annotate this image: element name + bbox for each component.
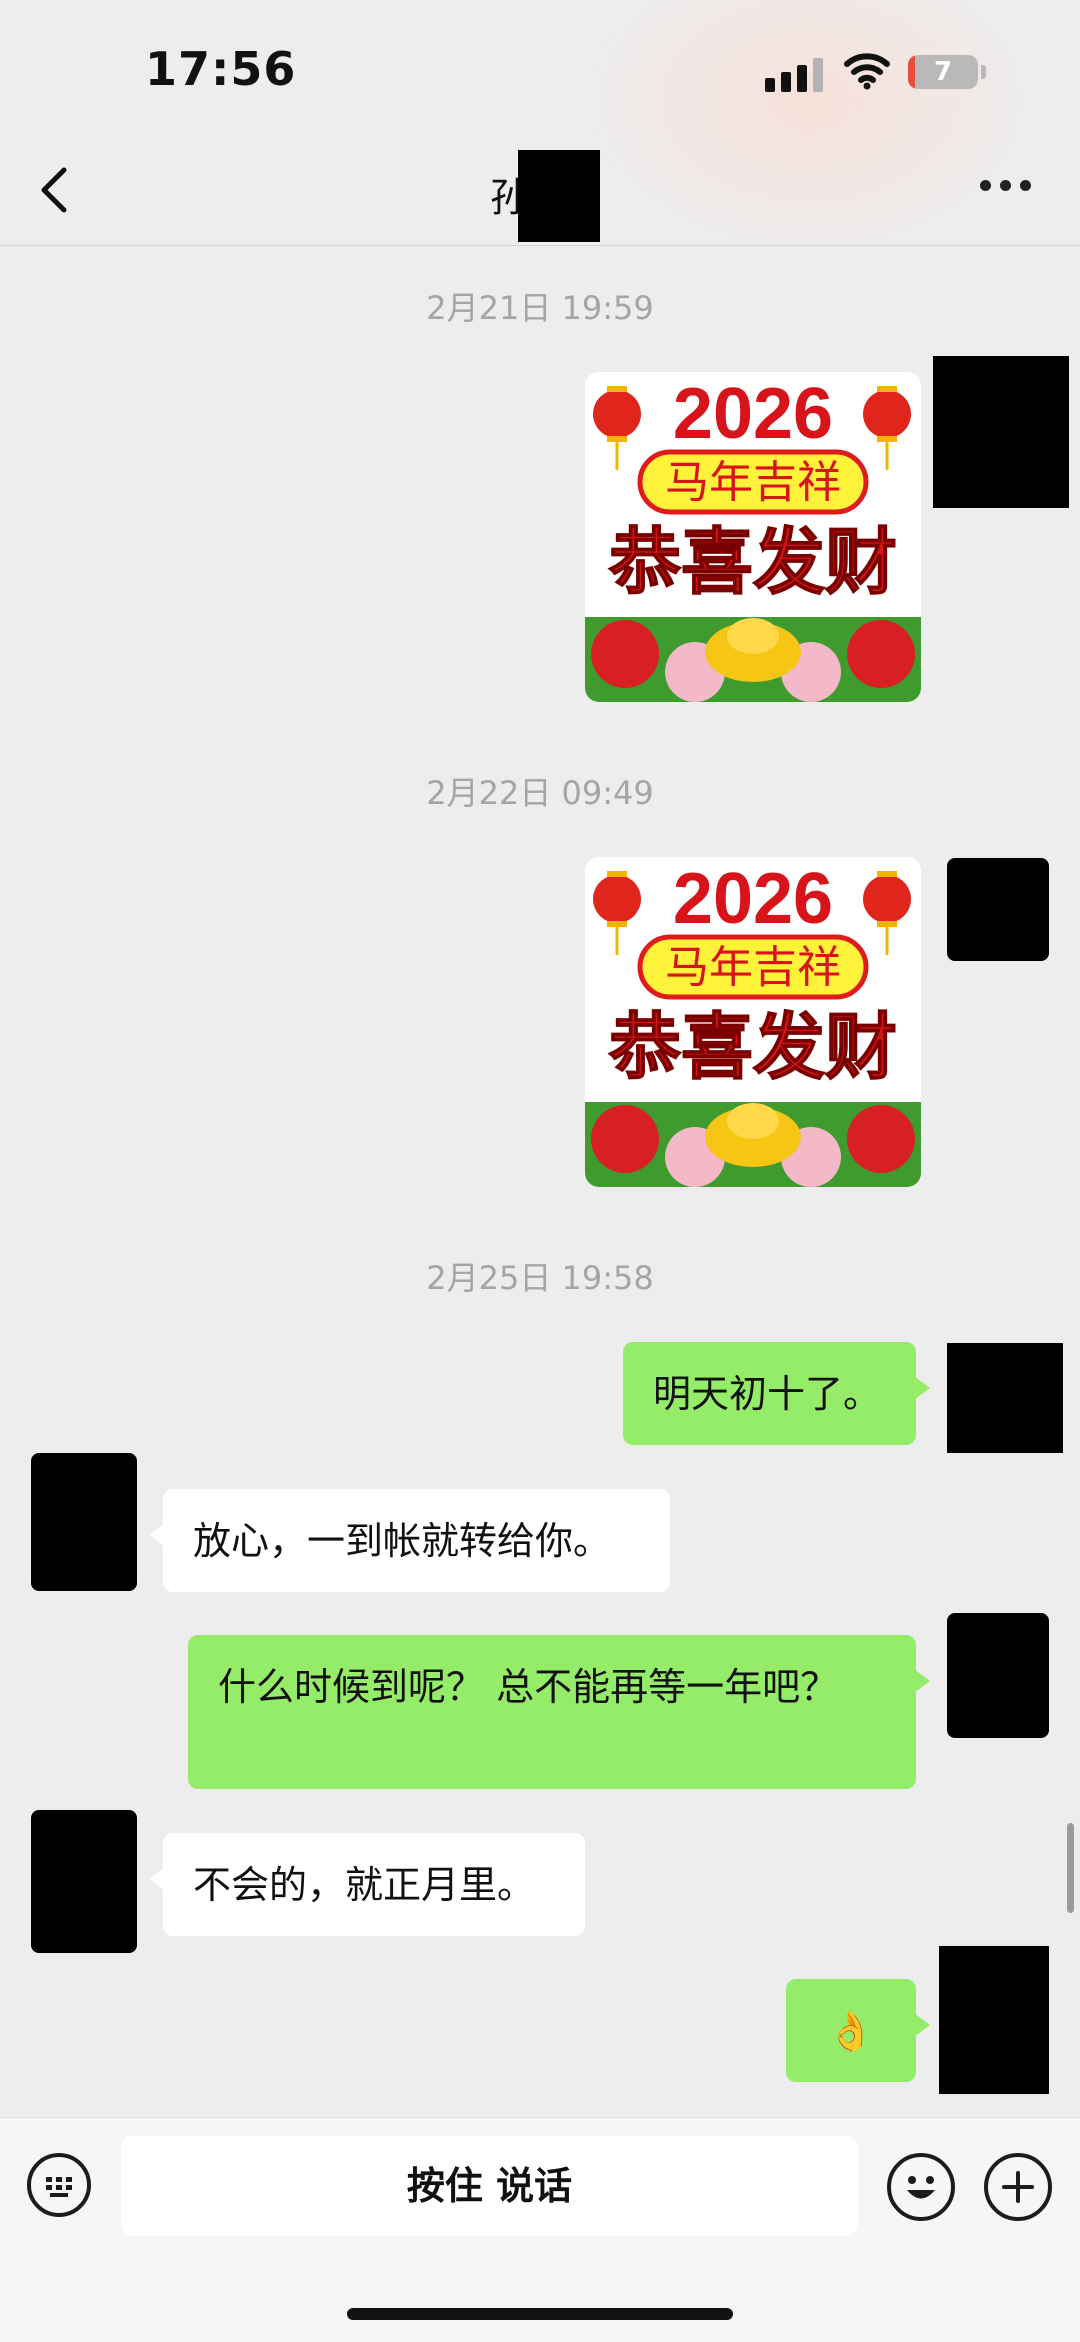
my-avatar[interactable] (933, 356, 1069, 508)
sticker-message[interactable]: 2026 马年吉祥 恭喜发财 (585, 857, 921, 1187)
sticker-year: 2026 (673, 374, 833, 454)
message-text: 不会的，就正月里。 (193, 1863, 536, 1907)
message-bubble-out[interactable]: 👌 (786, 1979, 930, 2082)
hold-to-talk-button[interactable]: 按住 说话 (121, 2136, 858, 2236)
ok-hand-emoji: 👌 (827, 2009, 875, 2053)
message-bubble-in[interactable]: 放心，一到帐就转给你。 (149, 1489, 670, 1592)
timestamp: 2月22日 09:49 (426, 774, 654, 812)
battery-tip (981, 65, 986, 79)
home-indicator (347, 2308, 733, 2320)
top-bar: 17:56 7 孙 (0, 0, 1080, 260)
battery-level: 7 (933, 57, 953, 87)
sticker-banner: 马年吉祥 (665, 457, 841, 508)
contact-avatar[interactable] (31, 1453, 137, 1591)
scrollbar[interactable] (1067, 1823, 1074, 1913)
contact-avatar[interactable] (31, 1810, 137, 1953)
timestamp: 2月25日 19:58 (426, 1259, 654, 1297)
message-text: 什么时候到呢？ 总不能再等一年吧？ (218, 1665, 839, 1709)
wifi-icon (844, 53, 890, 90)
message-text: 明天初十了。 (653, 1372, 882, 1416)
message-bubble-in[interactable]: 不会的，就正月里。 (149, 1833, 585, 1936)
my-avatar[interactable] (947, 1613, 1049, 1738)
my-avatar[interactable] (939, 1946, 1049, 2094)
timestamp: 2月21日 19:59 (426, 289, 654, 327)
sticker-message[interactable]: 2026 马年吉祥 恭喜发财 (585, 372, 921, 702)
keyboard-icon[interactable] (27, 2153, 91, 2217)
redaction-block (518, 150, 600, 242)
message-bubble-out[interactable]: 明天初十了。 (623, 1342, 930, 1445)
message-text: 放心，一到帐就转给你。 (193, 1519, 612, 1563)
signal-icon (765, 56, 825, 92)
sticker-greeting: 恭喜发财 (608, 520, 897, 604)
sticker-year: 2026 (673, 859, 833, 939)
sticker-greeting: 恭喜发财 (608, 1005, 897, 1089)
status-time: 17:56 (145, 42, 297, 96)
emoji-icon[interactable] (887, 2153, 955, 2221)
battery-icon: 7 (908, 55, 978, 89)
sticker-banner: 马年吉祥 (665, 942, 841, 993)
message-bubble-out[interactable]: 什么时候到呢？ 总不能再等一年吧？ (188, 1635, 930, 1789)
my-avatar[interactable] (947, 1343, 1063, 1453)
more-options-icon[interactable] (980, 180, 1032, 194)
plus-icon[interactable] (984, 2153, 1052, 2221)
my-avatar[interactable] (947, 858, 1049, 961)
